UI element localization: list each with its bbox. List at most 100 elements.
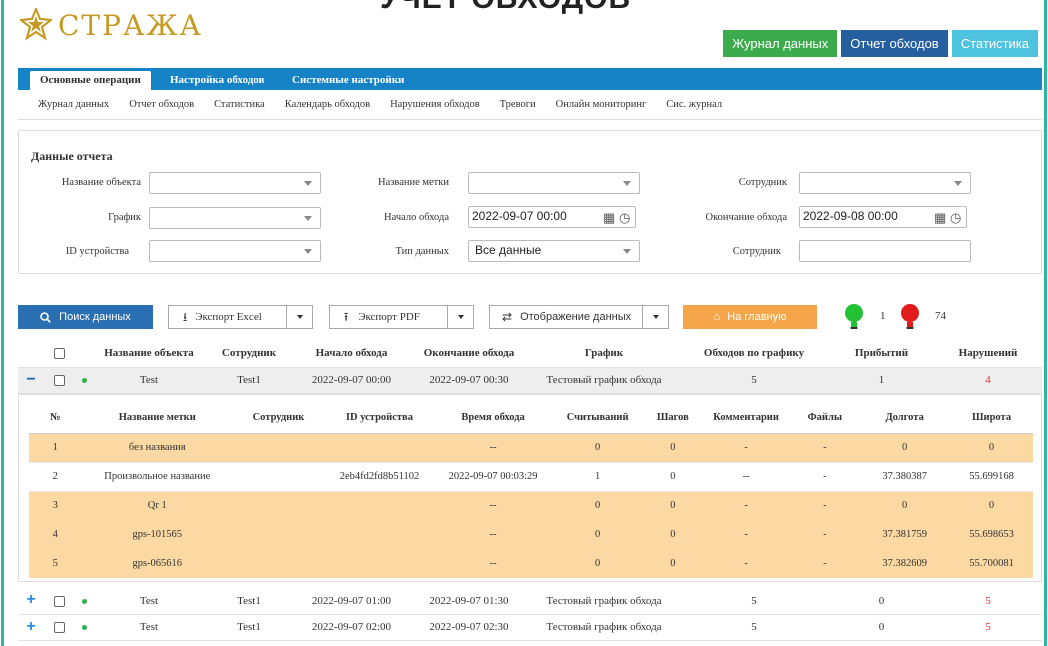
detail-row[interactable]: 5 gps-065616 -- 0 0 - - 37.382609 55.700… [29, 549, 1033, 578]
col-round-time: Время обхода [435, 403, 552, 434]
cell-planned: 5 [679, 614, 829, 641]
device-id-select[interactable] [149, 240, 321, 262]
subnav-system-log[interactable]: Сис. журнал [666, 99, 722, 110]
cell-reads: 0 [551, 491, 645, 520]
details-header-row: № Название метки Сотрудник ID устройства… [29, 403, 1033, 434]
tab-system-settings[interactable]: Системные настройки [282, 71, 414, 90]
cell-time: 2022-09-07 00:03:29 [435, 461, 552, 492]
brand-logo[interactable]: СТРАЖА [20, 8, 203, 42]
display-data-button[interactable]: ⇄ Отображение данных [489, 305, 669, 329]
cell-start: 2022-09-07 02:00 [294, 614, 409, 641]
statistics-button[interactable]: Статистика [951, 30, 1038, 57]
chevron-down-icon [623, 181, 631, 186]
home-button[interactable]: ⌂ На главную [683, 305, 817, 329]
clock-icon[interactable]: ◷ [619, 210, 630, 226]
main-navbar: Основные операции Настройка обходов Сист… [18, 68, 1042, 90]
employee-select[interactable] [799, 172, 971, 194]
col-employee: Сотрудник [233, 403, 324, 434]
rounds-report-button[interactable]: Отчет обходов [841, 30, 948, 57]
collapse-icon[interactable]: − [26, 371, 35, 388]
table-header-row: Название объекта Сотрудник Начало обхода… [18, 340, 1042, 368]
details-panel: № Название метки Сотрудник ID устройства… [18, 394, 1042, 582]
start-label: Начало обхода [384, 212, 449, 223]
tab-rounds-settings[interactable]: Настройка обходов [160, 71, 274, 90]
object-name-label: Название объекта [61, 177, 141, 188]
detail-row[interactable]: 3 Qr 1 -- 0 0 - - 0 0 [29, 491, 1033, 520]
cell-lon: 37.381759 [859, 520, 951, 549]
subnav-rounds-report[interactable]: Отчет обходов [129, 99, 194, 110]
cell-object: Test [94, 367, 204, 394]
table-row[interactable]: − Test Test1 2022-09-07 00:00 2022-09-07… [18, 367, 1042, 394]
schedule-select[interactable] [149, 207, 321, 229]
detail-row[interactable]: 2 Произвольное название 2eb4fd2fd8b51102… [29, 461, 1033, 492]
col-start[interactable]: Начало обхода [294, 340, 409, 368]
export-excel-dropdown[interactable] [286, 306, 312, 328]
cell-arrived: 0 [829, 614, 934, 641]
cell-arrived: 0 [829, 588, 934, 615]
export-pdf-dropdown[interactable] [447, 306, 473, 328]
row-checkbox[interactable] [53, 595, 65, 607]
cell-reads: 0 [551, 520, 645, 549]
cell-tag: Qr 1 [81, 491, 234, 520]
subnav-online-monitoring[interactable]: Онлайн мониторинг [556, 99, 647, 110]
chevron-down-icon [304, 181, 312, 186]
table-row[interactable]: + Test Test1 2022-09-07 02:00 2022-09-07… [18, 614, 1042, 641]
expand-icon[interactable]: + [26, 618, 35, 635]
tag-name-select[interactable] [468, 172, 640, 194]
start-datetime-field[interactable]: 2022-09-07 00:00 ▦ ◷ [468, 206, 636, 228]
col-violations[interactable]: Нарушений [934, 340, 1042, 368]
status-dot-icon [81, 598, 87, 604]
tag-name-label: Название метки [377, 177, 449, 188]
data-type-select[interactable]: Все данные [468, 240, 640, 262]
col-object-name[interactable]: Название объекта [94, 340, 204, 368]
tab-main-operations[interactable]: Основные операции [30, 71, 151, 90]
chevron-down-icon [304, 216, 312, 221]
detail-row[interactable]: 4 gps-101565 -- 0 0 - - 37.381759 55.698… [29, 520, 1033, 549]
export-excel-button[interactable]: ⭳ Экспорт Excel [168, 305, 313, 329]
cell-lon: 37.380387 [859, 461, 951, 492]
col-steps: Шагов [644, 403, 702, 434]
cell-device [323, 433, 435, 462]
top-button-group: Журнал данных Отчет обходов Статистика [723, 30, 1038, 57]
cell-device: 2eb4fd2fd8b51102 [323, 461, 435, 492]
table-row[interactable]: + Test Test1 2022-09-07 01:00 2022-09-07… [18, 588, 1042, 615]
search-data-button[interactable]: Поиск данных [18, 305, 153, 329]
subnav-rounds-calendar[interactable]: Календарь обходов [285, 99, 370, 110]
display-data-dropdown[interactable] [642, 306, 668, 328]
row-checkbox[interactable] [53, 621, 65, 633]
subnav-alarms[interactable]: Тревоги [500, 99, 536, 110]
col-latitude: Широта [950, 403, 1033, 434]
col-end[interactable]: Окончание обхода [409, 340, 529, 368]
page: УЧЕТ ОБХОДОВ СТРАЖА Журнал данных Отчет … [0, 0, 1048, 646]
cell-planned: 5 [679, 588, 829, 615]
employee2-input[interactable] [799, 240, 971, 262]
detail-row[interactable]: 1 без названия -- 0 0 - - 0 0 [29, 433, 1033, 462]
employee2-label: Сотрудник [732, 246, 781, 257]
select-all-checkbox[interactable] [53, 348, 65, 360]
clock-icon[interactable]: ◷ [950, 210, 961, 226]
subnav-data-log[interactable]: Журнал данных [38, 99, 109, 110]
col-employee[interactable]: Сотрудник [204, 340, 294, 368]
cell-lat: 0 [950, 491, 1033, 520]
cell-violations: 5 [934, 588, 1042, 615]
col-arrived[interactable]: Прибытий [829, 340, 934, 368]
calendar-icon[interactable]: ▦ [603, 210, 615, 226]
subnav-rounds-violations[interactable]: Нарушения обходов [390, 99, 480, 110]
cell-files: - [790, 520, 860, 549]
export-icon: ⭳ [183, 310, 188, 324]
display-data-label: Отображение данных [520, 311, 632, 323]
cell-employee: Test1 [204, 614, 294, 641]
cell-lon: 0 [859, 491, 951, 520]
data-log-button[interactable]: Журнал данных [723, 30, 838, 57]
export-pdf-label: Экспорт PDF [358, 311, 420, 323]
col-schedule[interactable]: График [529, 340, 679, 368]
calendar-icon[interactable]: ▦ [934, 210, 946, 226]
expand-icon[interactable]: + [26, 591, 35, 608]
col-planned[interactable]: Обходов по графику [679, 340, 829, 368]
subnav-statistics[interactable]: Статистика [214, 99, 265, 110]
row-checkbox[interactable] [53, 374, 65, 386]
col-reads: Считываний [551, 403, 645, 434]
object-name-select[interactable] [149, 172, 321, 194]
end-datetime-field[interactable]: 2022-09-08 00:00 ▦ ◷ [799, 206, 967, 228]
export-pdf-button[interactable]: ⭱ Экспорт PDF [329, 305, 474, 329]
